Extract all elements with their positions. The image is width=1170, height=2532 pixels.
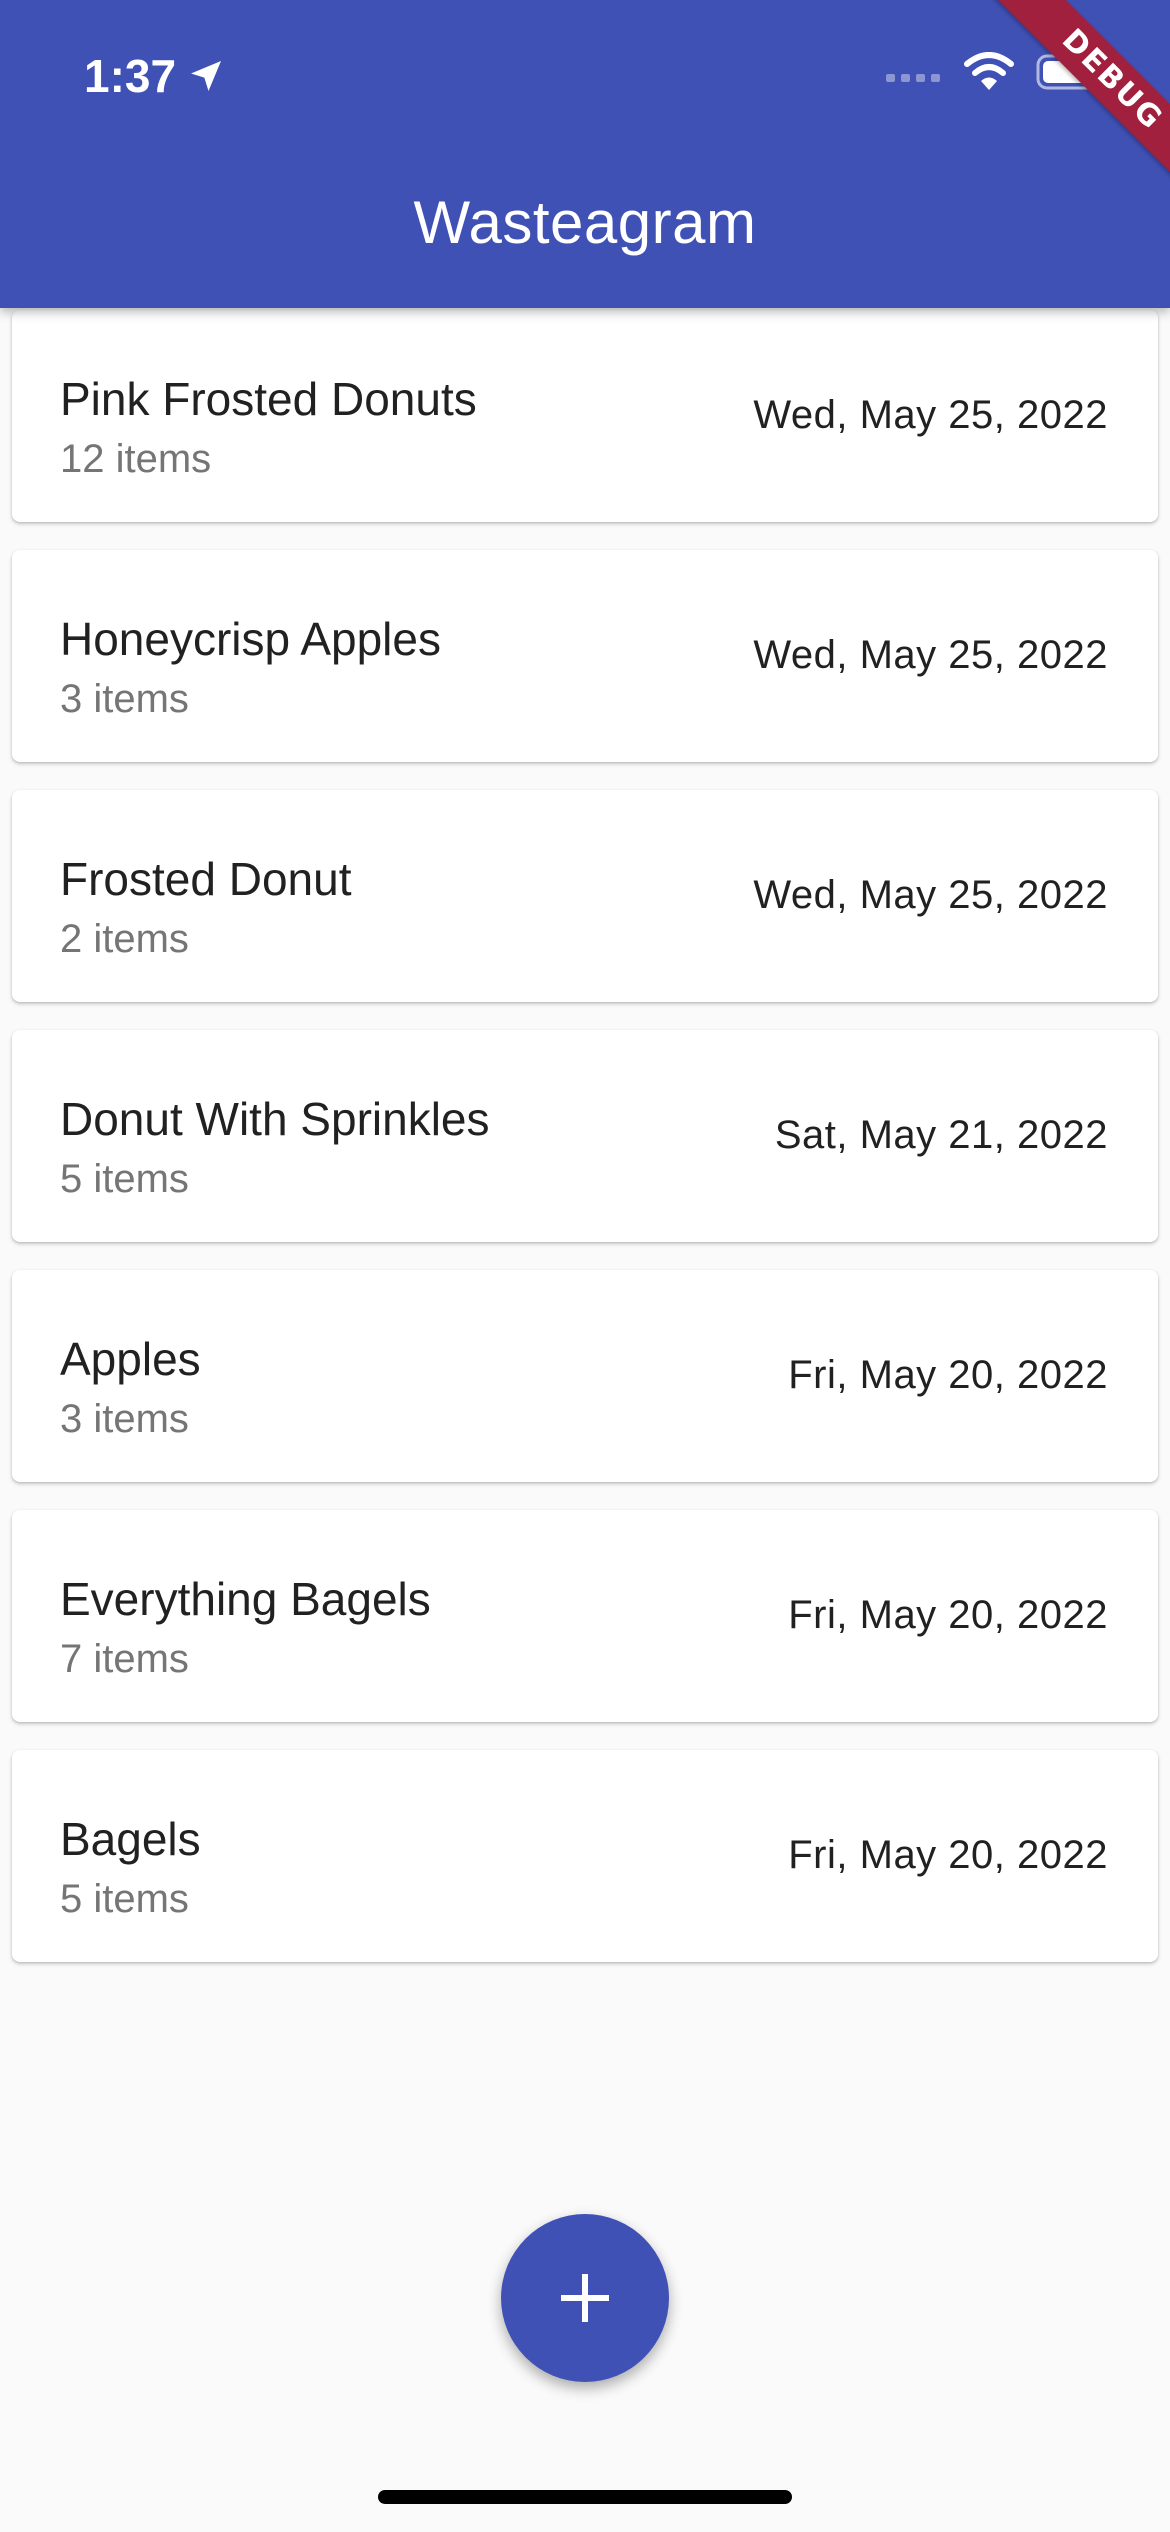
entry-count: 7 items bbox=[60, 1637, 189, 1681]
entry-title: Donut With Sprinkles bbox=[60, 1093, 490, 1145]
entry-count: 5 items bbox=[60, 1877, 189, 1921]
entry-date: Wed, May 25, 2022 bbox=[753, 873, 1108, 917]
entry-title: Bagels bbox=[60, 1813, 201, 1865]
entry-title: Pink Frosted Donuts bbox=[60, 373, 477, 425]
entry-title: Frosted Donut bbox=[60, 853, 352, 905]
list-item[interactable]: Everything Bagels 7 items Fri, May 20, 2… bbox=[12, 1510, 1158, 1722]
debug-banner: DEBUG bbox=[988, 0, 1170, 204]
location-arrow-icon bbox=[191, 61, 222, 91]
entry-date: Fri, May 20, 2022 bbox=[788, 1833, 1108, 1877]
plus-icon bbox=[561, 2274, 609, 2322]
entry-date: Fri, May 20, 2022 bbox=[788, 1353, 1108, 1397]
entry-title: Honeycrisp Apples bbox=[60, 613, 441, 665]
list-item[interactable]: Honeycrisp Apples 3 items Wed, May 25, 2… bbox=[12, 550, 1158, 762]
entry-count: 3 items bbox=[60, 677, 189, 721]
status-bar-time: 1:37 bbox=[84, 48, 226, 104]
waste-entry-list[interactable]: Pink Frosted Donuts 12 items Wed, May 25… bbox=[12, 310, 1158, 1990]
cellular-signal-icon bbox=[886, 74, 940, 82]
list-item[interactable]: Apples 3 items Fri, May 20, 2022 bbox=[12, 1270, 1158, 1482]
entry-count: 3 items bbox=[60, 1397, 189, 1441]
wifi-icon bbox=[964, 52, 1014, 90]
app-title: Wasteagram bbox=[413, 189, 757, 256]
entry-title: Everything Bagels bbox=[60, 1573, 431, 1625]
entry-count: 5 items bbox=[60, 1157, 189, 1201]
list-item[interactable]: Pink Frosted Donuts 12 items Wed, May 25… bbox=[12, 310, 1158, 522]
add-entry-button[interactable] bbox=[501, 2214, 669, 2382]
status-time-text: 1:37 bbox=[84, 50, 177, 102]
entry-date: Fri, May 20, 2022 bbox=[788, 1593, 1108, 1637]
entry-count: 12 items bbox=[60, 437, 212, 481]
entry-title: Apples bbox=[60, 1333, 201, 1385]
app-bar: 1:37 Wasteagram DEBUG bbox=[0, 0, 1170, 308]
home-indicator[interactable] bbox=[378, 2490, 792, 2504]
list-item[interactable]: Donut With Sprinkles 5 items Sat, May 21… bbox=[12, 1030, 1158, 1242]
list-item[interactable]: Bagels 5 items Fri, May 20, 2022 bbox=[12, 1750, 1158, 1962]
list-item[interactable]: Frosted Donut 2 items Wed, May 25, 2022 bbox=[12, 790, 1158, 1002]
entry-date: Wed, May 25, 2022 bbox=[753, 633, 1108, 677]
entry-count: 2 items bbox=[60, 917, 189, 961]
entry-date: Sat, May 21, 2022 bbox=[774, 1113, 1108, 1157]
entry-date: Wed, May 25, 2022 bbox=[753, 393, 1108, 437]
